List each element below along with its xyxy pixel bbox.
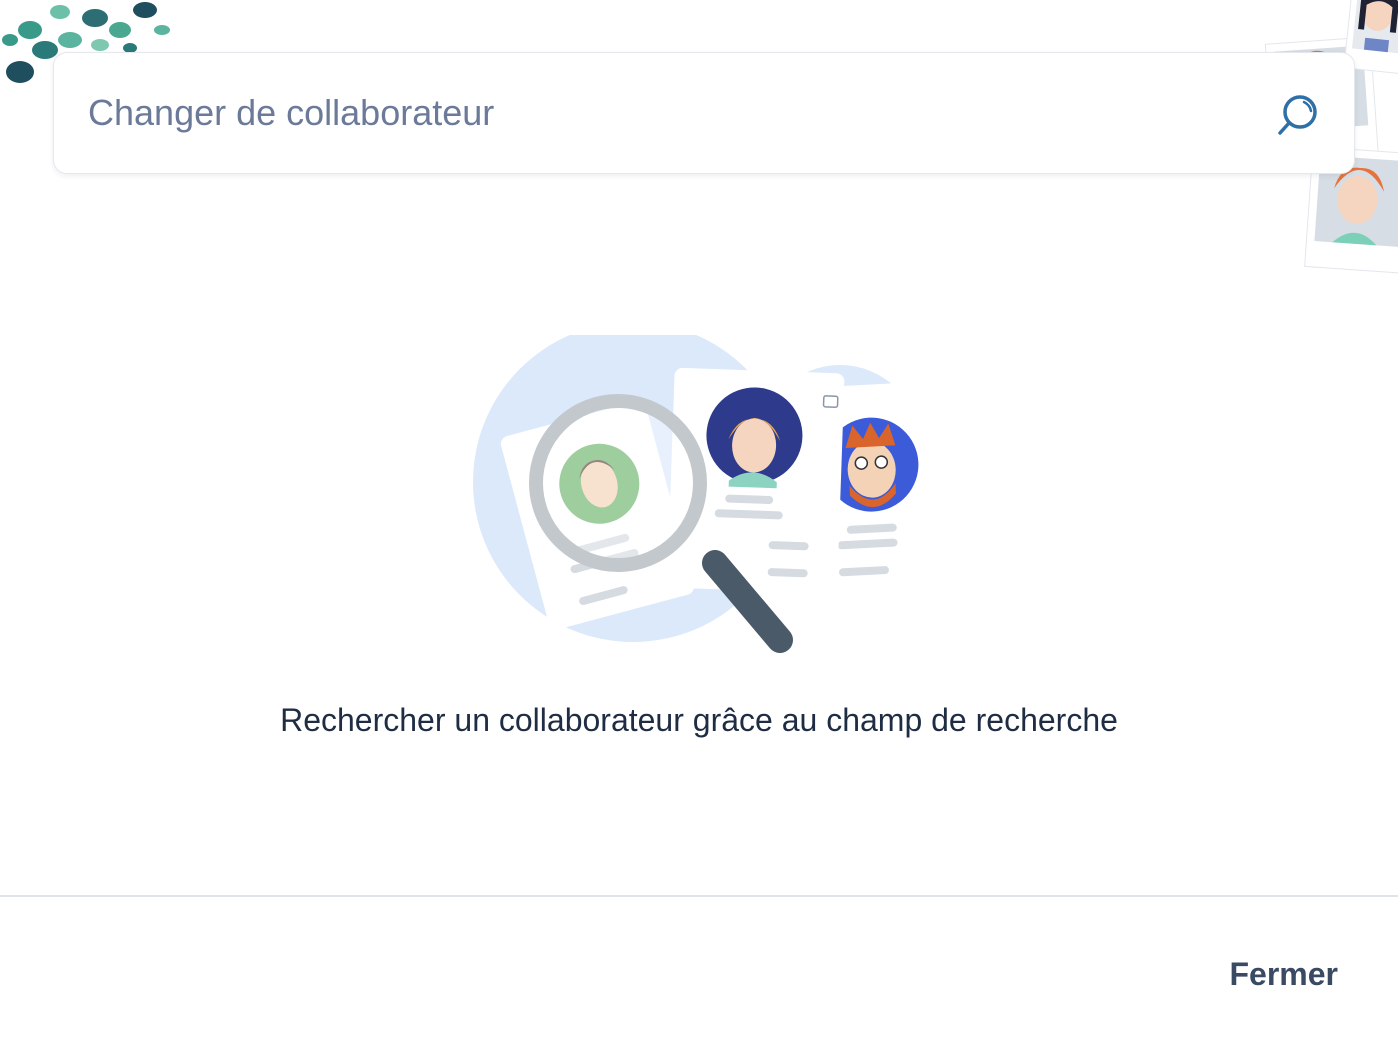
- close-button[interactable]: Fermer: [1230, 952, 1339, 997]
- empty-state-message: Rechercher un collaborateur grâce au cha…: [280, 702, 1118, 738]
- empty-state-illustration: [473, 335, 940, 653]
- collaborator-switch-dialog: Rechercher un collaborateur grâce au cha…: [0, 0, 1398, 1040]
- footer-divider: [0, 895, 1398, 897]
- search-icon[interactable]: [1276, 93, 1320, 137]
- search-input[interactable]: [88, 83, 1238, 143]
- search-field-container: [53, 52, 1355, 174]
